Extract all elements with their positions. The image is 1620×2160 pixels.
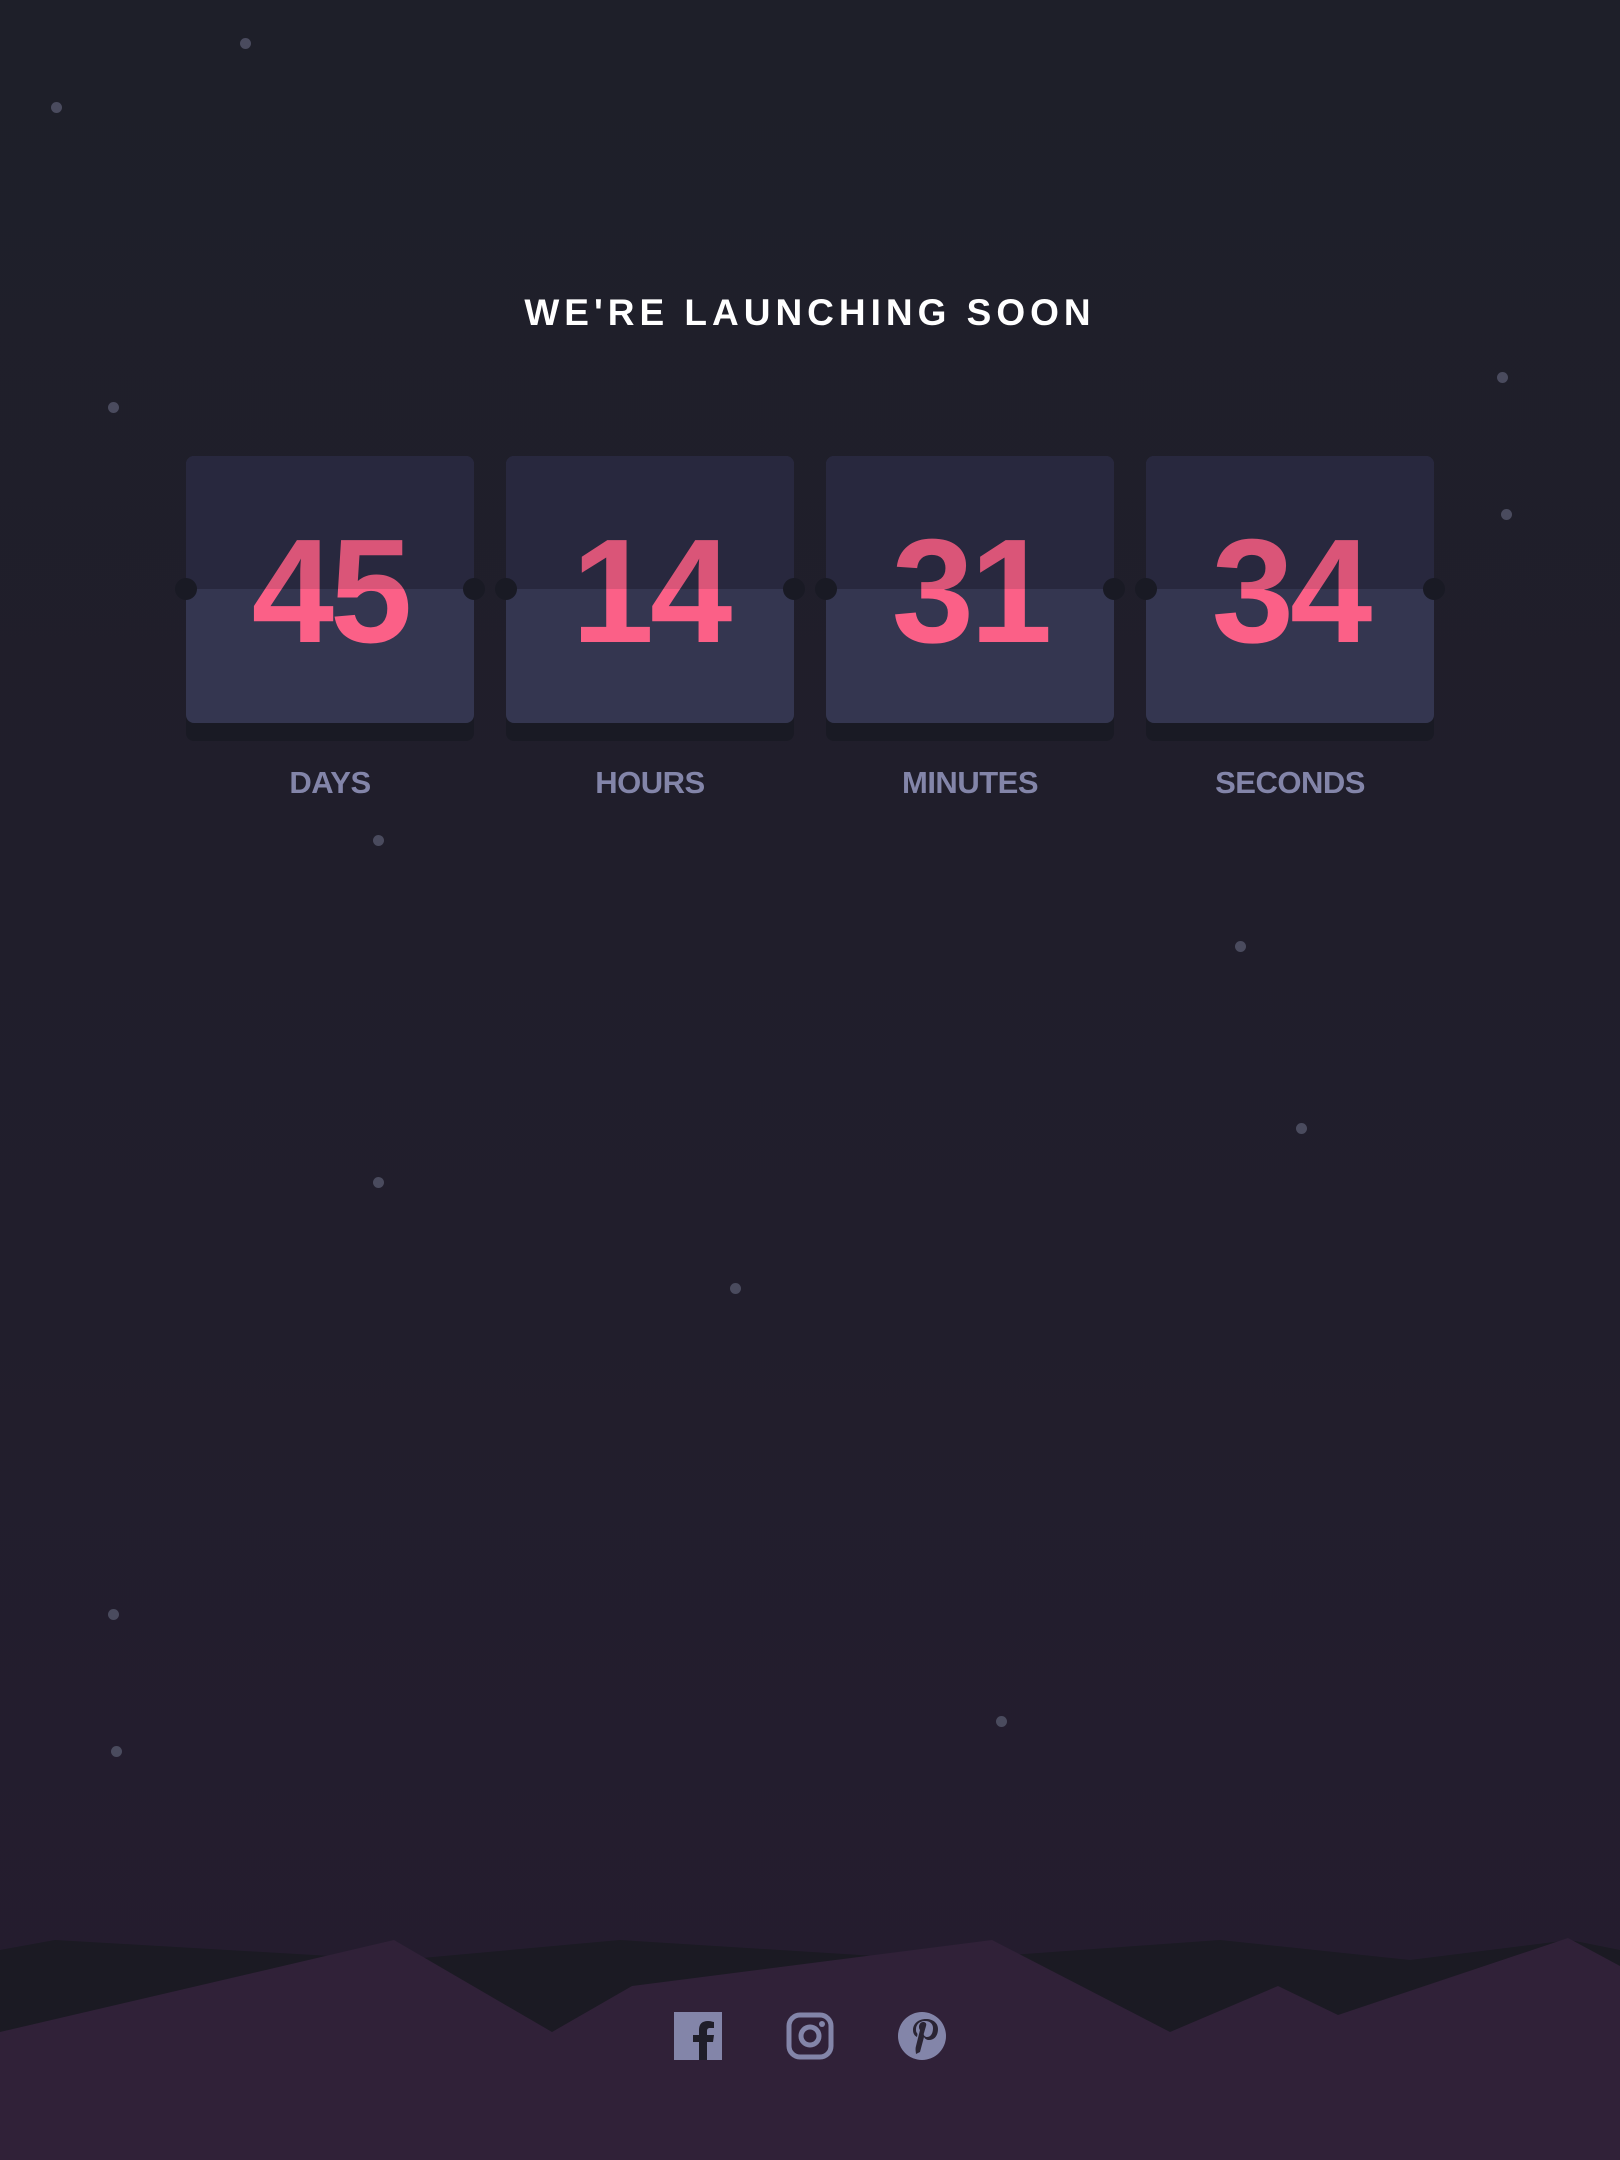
star: [108, 1609, 119, 1620]
card-notch: [495, 578, 517, 600]
star: [111, 1746, 122, 1757]
countdown-seconds: 34 SECONDS: [1135, 456, 1445, 801]
card-notch: [1135, 578, 1157, 600]
star: [51, 102, 62, 113]
star: [108, 402, 119, 413]
days-value: 45: [251, 508, 413, 674]
card-notch: [783, 578, 805, 600]
countdown-hours: 14 HOURS: [495, 456, 805, 801]
star: [996, 1716, 1007, 1727]
seconds-value: 34: [1211, 508, 1373, 674]
page-title: WE'RE LAUNCHING SOON: [524, 292, 1096, 333]
countdown-timer: 45 DAYS 14 HOURS 31 MINUTES 34 SECONDS: [175, 456, 1445, 801]
facebook-link[interactable]: [674, 2012, 722, 2060]
star: [1235, 941, 1246, 952]
minutes-value: 31: [891, 508, 1053, 674]
instagram-link[interactable]: [786, 2012, 834, 2060]
card-notch: [1423, 578, 1445, 600]
star: [373, 1177, 384, 1188]
card-notch: [1103, 578, 1125, 600]
flip-card: 45: [175, 456, 485, 723]
star: [240, 38, 251, 49]
minutes-label: MINUTES: [902, 765, 1039, 800]
hours-value: 14: [571, 508, 733, 674]
star: [1296, 1123, 1307, 1134]
star: [730, 1283, 741, 1294]
star: [1497, 372, 1508, 383]
star: [1501, 509, 1512, 520]
flip-card: 34: [1135, 456, 1445, 723]
pinterest-link[interactable]: [898, 2012, 946, 2060]
days-label: DAYS: [289, 765, 371, 800]
countdown-days: 45 DAYS: [175, 456, 485, 801]
seconds-label: SECONDS: [1215, 765, 1365, 800]
star: [373, 835, 384, 846]
flip-card: 31: [815, 456, 1125, 723]
instagram-icon: [786, 2012, 834, 2060]
social-links: [0, 2012, 1620, 2060]
hours-label: HOURS: [595, 765, 705, 800]
facebook-icon: [674, 2012, 722, 2060]
card-notch: [175, 578, 197, 600]
pinterest-icon: [898, 2012, 946, 2060]
countdown-minutes: 31 MINUTES: [815, 456, 1125, 801]
card-notch: [463, 578, 485, 600]
card-notch: [815, 578, 837, 600]
flip-card: 14: [495, 456, 805, 723]
